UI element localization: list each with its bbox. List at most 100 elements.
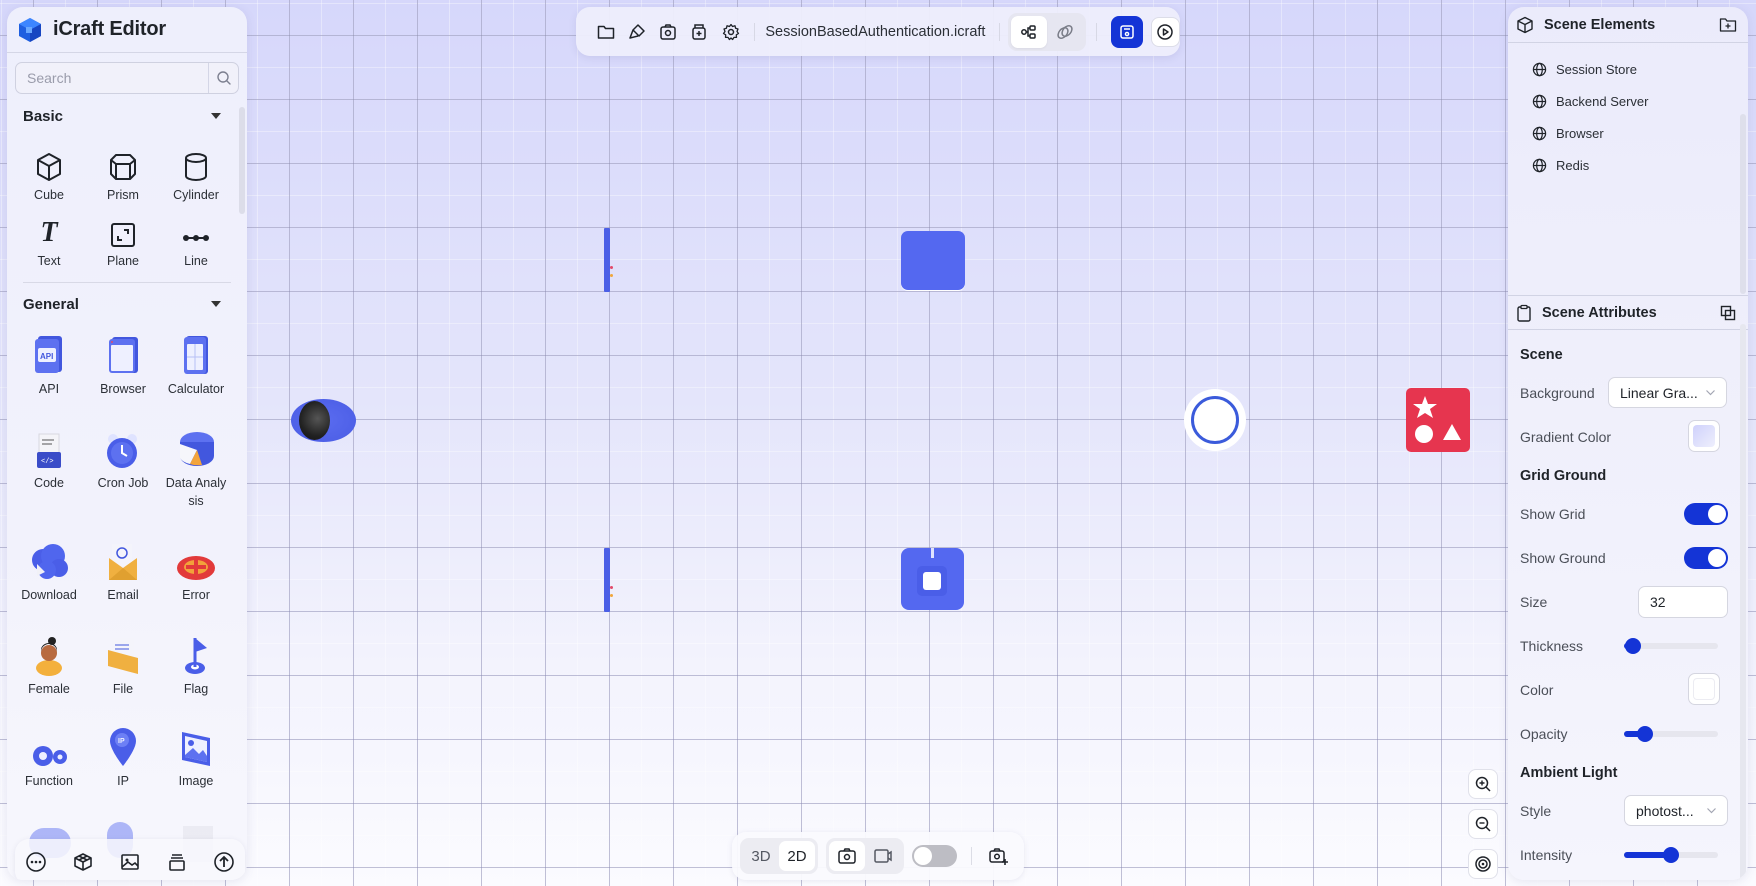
scene-canvas[interactable] xyxy=(0,0,1756,886)
intensity-slider[interactable] xyxy=(1624,847,1718,863)
search-input[interactable] xyxy=(16,63,208,93)
chevron-down-icon xyxy=(1707,808,1716,814)
scene-attributes-scrollbar[interactable] xyxy=(1740,324,1746,880)
models-button[interactable] xyxy=(68,847,98,877)
library-item-api[interactable]: API API xyxy=(13,332,85,398)
show-ground-switch[interactable] xyxy=(1684,547,1728,569)
upload-button[interactable] xyxy=(209,847,239,877)
play-presentation-button[interactable] xyxy=(1150,16,1181,47)
zoom-out-button[interactable] xyxy=(1468,809,1498,839)
scene-object-redis-shapes[interactable] xyxy=(1406,388,1470,452)
library-item-plane[interactable]: Plane xyxy=(87,208,159,270)
open-file-button[interactable] xyxy=(590,16,621,48)
library-item-prism[interactable]: Prism xyxy=(87,142,159,204)
add-group-button[interactable] xyxy=(1716,13,1740,37)
item-label: Cron Job xyxy=(97,476,149,490)
search-button[interactable] xyxy=(208,63,238,93)
scene-object-blue-server-bottom[interactable] xyxy=(901,548,964,610)
theme-brush-button[interactable] xyxy=(621,16,652,48)
slider-handle[interactable] xyxy=(1636,726,1653,742)
clipboard-icon xyxy=(1517,304,1531,322)
library-item-function[interactable]: Function xyxy=(13,724,85,790)
show-grid-switch[interactable] xyxy=(1684,503,1728,525)
section-header-basic[interactable]: Basic xyxy=(23,104,223,128)
screenshot-button[interactable] xyxy=(982,840,1014,872)
slider-handle[interactable] xyxy=(1663,847,1679,863)
section-title-basic: Basic xyxy=(23,107,64,125)
zoom-out-icon xyxy=(1475,816,1491,832)
show-grid-label: Show Grid xyxy=(1520,506,1586,522)
settings-button[interactable] xyxy=(715,16,746,48)
gradient-color-fill xyxy=(1693,425,1715,447)
link-mode-button[interactable] xyxy=(1047,16,1083,48)
layers-button[interactable] xyxy=(162,847,192,877)
view-2d-button[interactable]: 2D xyxy=(779,841,815,871)
folder-plus-icon xyxy=(1719,17,1737,32)
opacity-slider[interactable] xyxy=(1624,726,1718,742)
library-item-download[interactable]: Download xyxy=(13,538,85,604)
toolbar-divider xyxy=(971,847,972,865)
library-item-email[interactable]: Email xyxy=(87,538,159,604)
add-to-archive-button[interactable] xyxy=(684,16,715,48)
library-item-calculator[interactable]: Calculator xyxy=(160,332,232,398)
focus-center-button[interactable] xyxy=(1468,849,1498,879)
library-item-flag[interactable]: Flag xyxy=(160,632,232,698)
library-item-cube[interactable]: Cube xyxy=(13,142,85,204)
file-icon xyxy=(108,638,138,674)
app-title: iCraft Editor xyxy=(53,18,166,40)
library-item-cron-job[interactable]: Cron Job xyxy=(87,426,159,492)
photo-mode-button[interactable] xyxy=(829,841,865,871)
scene-element-item[interactable]: Redis xyxy=(1532,154,1589,176)
scene-object-blue-box-top[interactable] xyxy=(901,231,965,290)
copy-attributes-button[interactable] xyxy=(1716,301,1740,325)
library-item-cylinder[interactable]: Cylinder xyxy=(160,142,232,204)
plane-icon xyxy=(111,223,135,247)
video-mode-button[interactable] xyxy=(865,841,901,871)
scene-element-label: Session Store xyxy=(1556,61,1637,77)
item-label: IP xyxy=(117,774,129,788)
female-icon xyxy=(36,637,62,676)
zoom-in-button[interactable] xyxy=(1468,769,1498,799)
view-3d-button[interactable]: 3D xyxy=(743,841,779,871)
search-icon xyxy=(216,71,231,85)
library-item-image[interactable]: Image xyxy=(160,724,232,790)
cron-job-icon xyxy=(107,434,137,468)
library-item-data-analysis[interactable]: Data Analy sis xyxy=(160,426,232,510)
left-bottom-toolbar xyxy=(15,839,245,880)
library-item-text[interactable]: T Text xyxy=(13,208,85,270)
light-style-select[interactable]: photost... xyxy=(1624,795,1728,826)
scene-object-sphere[interactable] xyxy=(291,399,356,442)
more-button[interactable] xyxy=(21,847,51,877)
library-item-female[interactable]: Female xyxy=(13,632,85,698)
scene-element-item[interactable]: Session Store xyxy=(1532,58,1637,80)
library-item-error[interactable]: Error xyxy=(160,538,232,604)
background-select[interactable]: Linear Gra... xyxy=(1608,377,1727,408)
library-item-browser[interactable]: Browser xyxy=(87,332,159,398)
save-button[interactable] xyxy=(1111,15,1143,48)
thickness-slider[interactable] xyxy=(1624,638,1718,654)
data-analysis-icon xyxy=(180,432,214,466)
size-input[interactable]: 32 xyxy=(1638,586,1728,618)
library-item-line[interactable]: Line xyxy=(160,208,232,270)
library-item-code[interactable]: </> Code xyxy=(13,426,85,492)
scene-element-item[interactable]: Backend Server xyxy=(1532,90,1649,112)
file-name[interactable]: SessionBasedAuthentication.icraft xyxy=(765,24,985,40)
section-header-general[interactable]: General xyxy=(23,292,223,316)
toolbar-divider xyxy=(999,22,1001,41)
scene-object-ring[interactable] xyxy=(1184,389,1246,451)
view-toggle-switch[interactable] xyxy=(912,845,957,867)
scene-elements-scrollbar[interactable] xyxy=(1740,114,1746,294)
link-icon xyxy=(1057,24,1074,39)
scene-object-thin-panel-top[interactable] xyxy=(604,228,613,292)
library-item-ip[interactable]: IP IP xyxy=(87,724,159,790)
images-button[interactable] xyxy=(115,847,145,877)
flow-mode-button[interactable] xyxy=(1011,15,1048,48)
scene-element-item[interactable]: Browser xyxy=(1532,122,1604,144)
scene-object-thin-panel-bottom[interactable] xyxy=(604,548,613,612)
library-scroll-area[interactable]: Basic Cube Prism Cylinder T Text Plane L… xyxy=(7,102,247,880)
snapshot-button[interactable] xyxy=(653,16,684,48)
library-item-file[interactable]: File xyxy=(87,632,159,698)
grid-color-swatch[interactable] xyxy=(1688,673,1720,705)
gradient-color-swatch[interactable] xyxy=(1688,420,1720,452)
library-scrollbar[interactable] xyxy=(239,107,245,214)
